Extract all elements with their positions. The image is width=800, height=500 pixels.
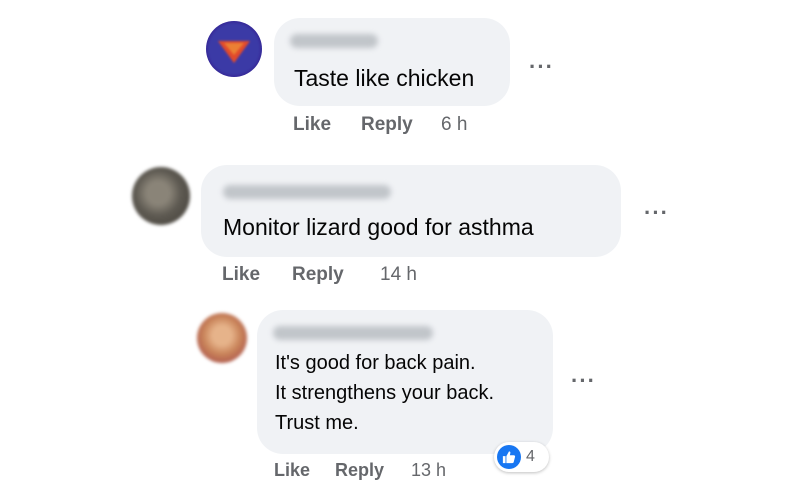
timestamp[interactable]: 6 h <box>441 114 467 136</box>
reply-link[interactable]: Reply <box>361 114 413 136</box>
comment-text: Monitor lizard good for asthma <box>223 214 534 240</box>
timestamp[interactable]: 13 h <box>411 460 446 481</box>
author-name-blurred[interactable] <box>273 326 433 340</box>
avatar[interactable] <box>206 21 262 77</box>
reaction-count: 4 <box>526 448 535 465</box>
reaction-count-badge[interactable]: 4 <box>494 442 549 472</box>
comment-bubble: Taste like chicken <box>274 18 510 106</box>
thumbs-up-icon <box>497 445 521 469</box>
comment-text-line: It's good for back pain. <box>275 352 476 374</box>
timestamp[interactable]: 14 h <box>380 264 417 286</box>
reply-link[interactable]: Reply <box>335 460 384 481</box>
like-link[interactable]: Like <box>274 460 310 481</box>
author-name-blurred[interactable] <box>223 185 391 199</box>
avatar[interactable] <box>197 313 247 363</box>
more-options-button[interactable]: ··· <box>644 202 669 224</box>
more-options-button[interactable]: ··· <box>529 56 554 78</box>
author-name-blurred[interactable] <box>290 34 378 48</box>
more-options-button[interactable]: ··· <box>571 370 596 392</box>
comment-thread: Taste like chicken ··· Like Reply 6 h Mo… <box>0 0 800 500</box>
comment-bubble: Monitor lizard good for asthma <box>201 165 621 257</box>
avatar[interactable] <box>132 167 190 225</box>
comment-text-line: Trust me. <box>275 412 359 434</box>
like-link[interactable]: Like <box>222 264 260 286</box>
reply-link[interactable]: Reply <box>292 264 344 286</box>
comment-text: Taste like chicken <box>294 65 475 91</box>
superman-logo-icon <box>208 23 260 75</box>
comment-bubble: It's good for back pain. It strengthens … <box>257 310 553 454</box>
like-link[interactable]: Like <box>293 114 331 136</box>
comment-text-line: It strengthens your back. <box>275 382 495 404</box>
